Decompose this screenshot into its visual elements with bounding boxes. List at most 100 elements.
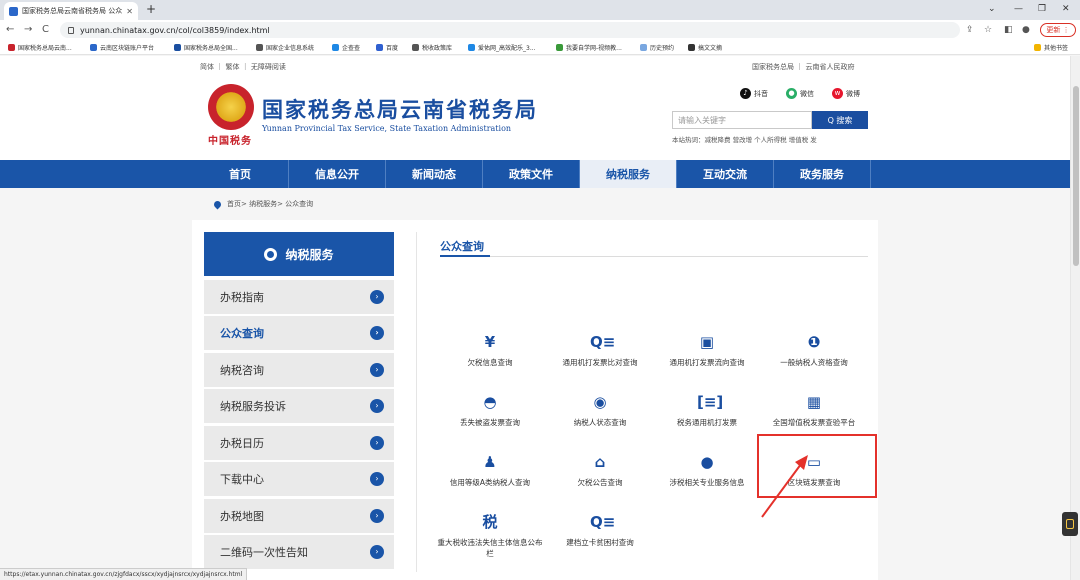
restore-icon[interactable]: ❐ (1038, 2, 1046, 16)
service-tax-arrears[interactable]: ¥ 欠税信息查询 (435, 332, 545, 388)
url-field[interactable]: yunnan.chinatax.gov.cn/col/col3859/index… (60, 22, 960, 38)
web-page: 简体 ｜ 繁体 ｜ 无障碍阅读 国家税务总局 ｜ 云南省人民政府 中国税务 国家… (0, 56, 1070, 580)
nav-policy[interactable]: 政策文件 (483, 160, 580, 188)
nav-home[interactable]: 首页 (192, 160, 289, 188)
other-bookmarks[interactable]: 其他书签 (1034, 43, 1068, 52)
language-links[interactable]: 简体 ｜ 繁体 ｜ 无障碍阅读 (200, 62, 286, 72)
chevron-right-icon: › (370, 509, 384, 523)
yen-icon: ¥ (484, 333, 496, 351)
service-professional-info[interactable]: ● 涉税相关专业服务信息 (652, 452, 762, 508)
bookmark-item[interactable]: 国家企业信息系统 (256, 43, 314, 52)
minimize-icon[interactable]: — (1014, 2, 1023, 16)
bookmark-icon (90, 44, 97, 51)
url-text: yunnan.chinatax.gov.cn/col/col3859/index… (80, 25, 270, 35)
section-divider (440, 256, 868, 257)
bracket-list-icon: [≡] (697, 393, 724, 411)
hot-words: 本站热词：减税降费 营改增 个人所得税 增值税 发 (672, 136, 817, 144)
nav-news[interactable]: 新闻动态 (386, 160, 483, 188)
service-invoice-compare[interactable]: Q≡ 通用机打发票比对查询 (545, 332, 655, 388)
bookmark-item[interactable]: 国家税务总局全国... (174, 43, 238, 52)
nav-tax-service[interactable]: 纳税服务 (580, 160, 677, 188)
service-lost-invoice[interactable]: ◓ 丢失被盗发票查询 (435, 392, 545, 448)
bookmark-item[interactable]: 企查查 (332, 43, 360, 52)
forward-icon[interactable]: → (24, 23, 32, 37)
chevron-right-icon: › (370, 472, 384, 486)
nav-interaction[interactable]: 互动交流 (677, 160, 774, 188)
breadcrumb-text[interactable]: 首页> 纳税服务> 公众查询 (227, 199, 313, 209)
tab-title: 国家税务总局云南省税务局 公众... (22, 7, 124, 15)
tax-stamp-icon: 税 (482, 513, 498, 531)
bookmark-item[interactable]: 百度 (376, 43, 398, 52)
sidebar-item-download[interactable]: 下载中心 › (204, 462, 394, 496)
building-icon: ⌂ (594, 453, 606, 471)
status-bar: https://etax.yunnan.chinatax.gov.cn/zjgf… (0, 568, 248, 580)
external-links[interactable]: 国家税务总局 ｜ 云南省人民政府 (752, 62, 854, 72)
nav-gov-service[interactable]: 政务服务 (774, 160, 871, 188)
floating-tool-button[interactable] (1062, 512, 1078, 536)
service-taxpayer-qualification[interactable]: ❶ 一般纳税人资格查询 (759, 332, 869, 388)
top-strip: 简体 ｜ 繁体 ｜ 无障碍阅读 国家税务总局 ｜ 云南省人民政府 (0, 56, 1070, 76)
chevron-right-icon: › (370, 290, 384, 304)
search-input[interactable] (672, 111, 812, 129)
sidebar-item-map[interactable]: 办税地图 › (204, 499, 394, 533)
browser-tab-bar: 国家税务总局云南省税务局 公众... ✕ + ⌄ — ❐ ✕ (0, 0, 1080, 20)
bookmark-icon (688, 44, 695, 51)
browser-tab[interactable]: 国家税务总局云南省税务局 公众... ✕ (4, 2, 138, 20)
douyin-link[interactable]: ♪ 抖音 (740, 88, 768, 99)
sidebar-item-qrcode[interactable]: 二维码一次性告知 › (204, 535, 394, 569)
close-window-icon[interactable]: ✕ (1062, 2, 1070, 16)
scrollbar[interactable] (1070, 56, 1080, 580)
service-dishonest-entities[interactable]: 税重大税收违法失信主体信息公布栏 (435, 512, 545, 568)
reload-icon[interactable]: C (42, 23, 49, 37)
bookmark-item[interactable]: 搞文文摘 (688, 43, 722, 52)
bookmark-icon (412, 44, 419, 51)
chevron-right-icon: › (370, 399, 384, 413)
bookmarks-bar: 国家税务总局云南... 云南区块链账户平台 国家税务总局全国... 国家企业信息… (0, 40, 1080, 55)
bookmark-item[interactable]: 云南区块链账户平台 (90, 43, 154, 52)
chevron-down-icon[interactable]: ⌄ (988, 2, 996, 16)
bookmark-item[interactable]: 历史预约 (640, 43, 674, 52)
bookmark-item[interactable]: 国家税务总局云南... (8, 43, 72, 52)
star-icon[interactable]: ☆ (984, 24, 992, 36)
service-arrears-notice[interactable]: ⌂ 欠税公告查询 (545, 452, 655, 508)
address-bar-row: ← → C yunnan.chinatax.gov.cn/col/col3859… (0, 20, 1080, 40)
bookmark-item[interactable]: 爱佑网_高效配乐_3... (468, 43, 536, 52)
section-title: 公众查询 (440, 240, 484, 253)
sidebar-item-complaint[interactable]: 纳税服务投诉 › (204, 389, 394, 423)
search-button[interactable]: Q 搜索 (812, 111, 868, 129)
scrollbar-thumb[interactable] (1073, 86, 1079, 266)
service-taxpayer-status[interactable]: ◉ 纳税人状态查询 (545, 392, 655, 448)
service-machine-invoice[interactable]: [≡] 税务通用机打发票 (652, 392, 762, 448)
sidebar-item-guide[interactable]: 办税指南 › (204, 280, 394, 314)
sidepanel-icon[interactable]: ◧ (1004, 24, 1013, 36)
person-search-icon: ◉ (593, 393, 607, 411)
nav-info-disclosure[interactable]: 信息公开 (289, 160, 386, 188)
search-list-icon: Q≡ (590, 513, 616, 531)
back-icon[interactable]: ← (6, 23, 14, 37)
bookmark-icon (256, 44, 263, 51)
douyin-icon: ♪ (740, 88, 751, 99)
weibo-link[interactable]: w 微博 (832, 88, 860, 99)
bookmark-icon (8, 44, 15, 51)
site-title[interactable]: 国家税务总局云南省税务局 (262, 94, 538, 124)
service-invoice-flow[interactable]: ▣ 通用机打发票流向查询 (652, 332, 762, 388)
share-icon[interactable]: ⇪ (966, 24, 974, 36)
chevron-right-icon: › (370, 436, 384, 450)
service-poverty-village[interactable]: Q≡ 建档立卡贫困村查询 (545, 512, 655, 568)
bookmark-item[interactable]: 税收政策库 (412, 43, 452, 52)
sidebar-item-calendar[interactable]: 办税日历 › (204, 426, 394, 460)
sidebar-item-consult[interactable]: 纳税咨询 › (204, 353, 394, 387)
update-button[interactable]: 更新 ⋮ (1040, 23, 1076, 37)
sidebar-item-public-query[interactable]: 公众查询 › (204, 316, 394, 350)
content-panel: 纳税服务 办税指南 › 公众查询 › 纳税咨询 › 纳税服务投诉 › 办税日历 › 下载中… (192, 220, 878, 580)
service-credit-a[interactable]: ♟ 信用等级A类纳税人查询 (435, 452, 545, 508)
site-favicon-icon (9, 6, 18, 16)
search-list-icon: Q≡ (590, 333, 616, 351)
profile-icon[interactable]: ● (1022, 24, 1030, 36)
close-tab-icon[interactable]: ✕ (126, 7, 133, 16)
new-tab-icon[interactable]: + (146, 2, 156, 16)
bookmark-icon (174, 44, 181, 51)
wechat-link[interactable]: ● 微信 (786, 88, 814, 99)
site-header: 中国税务 国家税务总局云南省税务局 Yunnan Provincial Tax … (0, 76, 1070, 160)
bookmark-item[interactable]: 我要自学网-视频教... (556, 43, 622, 52)
